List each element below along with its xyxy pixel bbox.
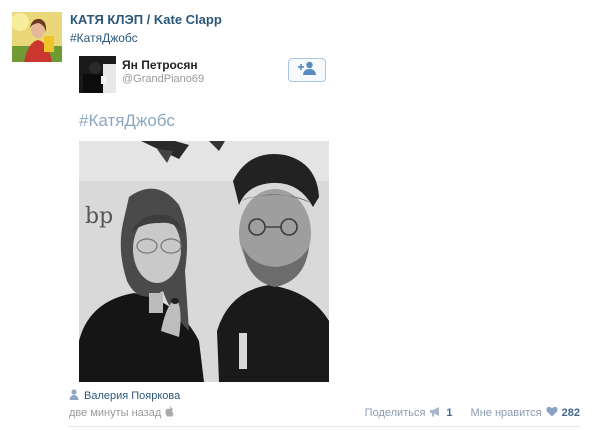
content-hashtag[interactable]: #КатяДжобс	[79, 111, 175, 131]
post-author-name[interactable]: КАТЯ КЛЭП / Kate Clapp	[70, 12, 222, 27]
photo-credit[interactable]: Валерия Пояркова	[69, 389, 180, 403]
post-hashtag-link[interactable]: #КатяДжобс	[70, 31, 138, 45]
author-avatar[interactable]	[12, 12, 62, 62]
add-user-icon	[297, 61, 317, 80]
like-button[interactable]: Мне нравится 282	[471, 406, 580, 420]
like-count: 282	[561, 407, 580, 419]
quoted-account-card: Ян Петросян @GrandPiano69	[79, 56, 329, 96]
share-label: Поделиться	[364, 407, 426, 419]
quoted-account-handle[interactable]: @GrandPiano69	[122, 73, 204, 85]
apple-icon	[165, 406, 174, 420]
megaphone-icon	[429, 406, 442, 420]
heart-icon	[546, 406, 558, 420]
quoted-account-avatar[interactable]	[79, 56, 116, 93]
follow-button[interactable]	[288, 58, 326, 82]
share-count: 1	[446, 407, 453, 419]
like-label: Мне нравится	[470, 407, 542, 419]
photo-credit-name[interactable]: Валерия Пояркова	[84, 390, 180, 402]
quoted-account-name[interactable]: Ян Петросян	[122, 58, 198, 72]
post-actions: Поделиться 1 Мне нравится 282	[365, 406, 580, 420]
post-time-text[interactable]: две минуты назад	[69, 407, 161, 419]
post-photo[interactable]: bp O	[79, 141, 329, 382]
post-divider	[69, 426, 580, 427]
share-button[interactable]: Поделиться 1	[365, 406, 453, 420]
person-icon	[69, 389, 79, 403]
post-timestamp[interactable]: две минуты назад	[69, 406, 174, 420]
svg-text:bp: bp	[85, 204, 113, 229]
